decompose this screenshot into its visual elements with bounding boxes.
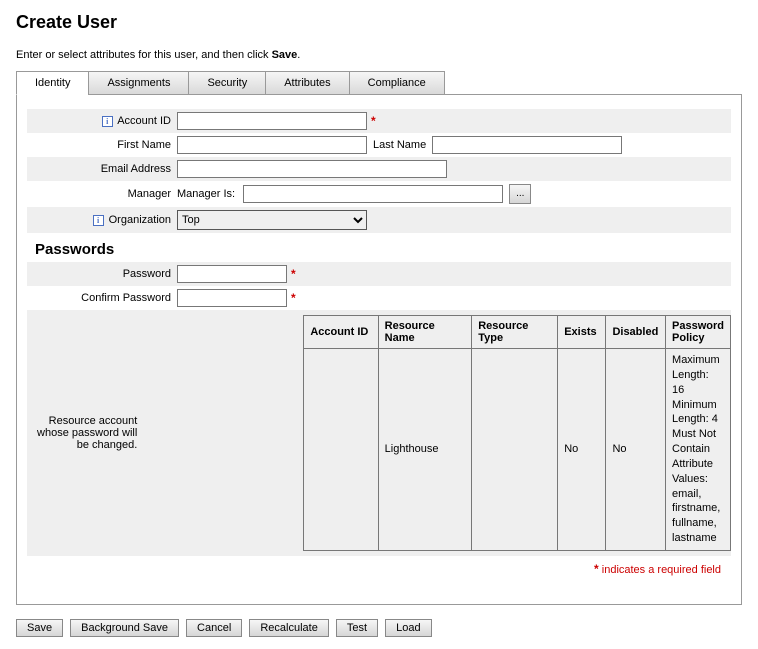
label-email: Email Address	[27, 163, 177, 175]
row-name: First Name Last Name	[27, 133, 731, 157]
td-account-id	[304, 349, 378, 551]
label-last-name: Last Name	[367, 139, 432, 151]
td-exists: No	[558, 349, 606, 551]
table-header-row: Account ID Resource Name Resource Type E…	[304, 316, 731, 349]
password-policy-text: Maximum Length: 16Minimum Length: 4Must …	[672, 353, 724, 546]
td-disabled: No	[606, 349, 666, 551]
page-subtitle: Enter or select attributes for this user…	[16, 49, 742, 61]
tab-security[interactable]: Security	[188, 71, 266, 95]
required-marker: *	[367, 114, 376, 128]
td-resource-type	[472, 349, 558, 551]
tab-bar: Identity Assignments Security Attributes…	[16, 71, 742, 95]
row-account-id: i Account ID *	[27, 109, 731, 133]
last-name-input[interactable]	[432, 136, 622, 154]
label-resource-desc: Resource account whose password will be …	[27, 415, 143, 451]
label-confirm-password: Confirm Password	[27, 292, 177, 304]
label-text: Account ID	[117, 115, 171, 127]
row-email: Email Address	[27, 157, 731, 181]
cancel-button[interactable]: Cancel	[186, 619, 242, 637]
background-save-button[interactable]: Background Save	[70, 619, 179, 637]
tab-identity[interactable]: Identity	[16, 71, 89, 95]
subtitle-bold: Save	[272, 49, 298, 61]
resource-table: Account ID Resource Name Resource Type E…	[303, 315, 731, 551]
info-icon[interactable]: i	[102, 116, 113, 127]
confirm-password-input[interactable]	[177, 289, 287, 307]
manager-browse-button[interactable]: ...	[509, 184, 531, 204]
label-manager: Manager	[27, 188, 177, 200]
th-password-policy: Password Policy	[666, 316, 731, 349]
info-icon[interactable]: i	[93, 215, 104, 226]
load-button[interactable]: Load	[385, 619, 431, 637]
th-resource-name: Resource Name	[378, 316, 472, 349]
tab-attributes[interactable]: Attributes	[265, 71, 349, 95]
subtitle-suffix: .	[297, 49, 300, 61]
label-password: Password	[27, 268, 177, 280]
section-passwords: Passwords	[35, 241, 731, 258]
tab-compliance[interactable]: Compliance	[349, 71, 445, 95]
row-manager: Manager Manager Is: ...	[27, 181, 731, 207]
organization-select[interactable]: Top	[177, 210, 367, 230]
row-password: Password *	[27, 262, 731, 286]
required-note-text: indicates a required field	[599, 564, 721, 576]
td-resource-name: Lighthouse	[378, 349, 472, 551]
row-confirm-password: Confirm Password *	[27, 286, 731, 310]
row-organization: i Organization Top	[27, 207, 731, 233]
required-marker: *	[287, 291, 296, 305]
email-input[interactable]	[177, 160, 447, 178]
th-resource-type: Resource Type	[472, 316, 558, 349]
account-id-input[interactable]	[177, 112, 367, 130]
table-row: Lighthouse No No Maximum Length: 16Minim…	[304, 349, 731, 551]
th-disabled: Disabled	[606, 316, 666, 349]
required-marker: *	[287, 267, 296, 281]
label-organization: i Organization	[27, 214, 177, 226]
password-input[interactable]	[177, 265, 287, 283]
subtitle-text: Enter or select attributes for this user…	[16, 49, 272, 61]
th-exists: Exists	[558, 316, 606, 349]
identity-panel: i Account ID * First Name Last Name Emai…	[16, 94, 742, 605]
button-bar: Save Background Save Cancel Recalculate …	[16, 619, 742, 637]
required-note: * indicates a required field	[27, 562, 731, 576]
first-name-input[interactable]	[177, 136, 367, 154]
th-account-id: Account ID	[304, 316, 378, 349]
label-account-id: i Account ID	[27, 115, 177, 127]
test-button[interactable]: Test	[336, 619, 378, 637]
label-first-name: First Name	[27, 139, 177, 151]
recalculate-button[interactable]: Recalculate	[249, 619, 328, 637]
save-button[interactable]: Save	[16, 619, 63, 637]
tab-assignments[interactable]: Assignments	[88, 71, 189, 95]
label-manager-is: Manager Is:	[177, 188, 243, 200]
td-password-policy: Maximum Length: 16Minimum Length: 4Must …	[666, 349, 731, 551]
label-text: Organization	[109, 214, 171, 226]
row-resource-table: Resource account whose password will be …	[27, 310, 731, 556]
page-title: Create User	[16, 12, 742, 33]
manager-input[interactable]	[243, 185, 503, 203]
